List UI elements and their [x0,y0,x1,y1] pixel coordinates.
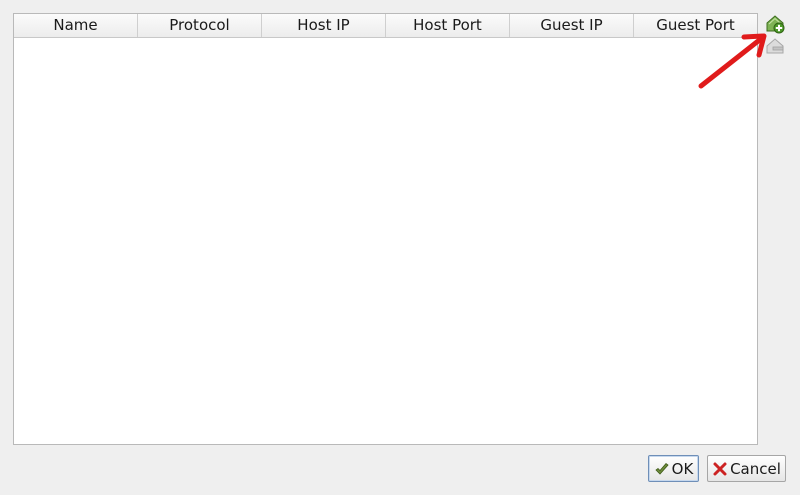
ok-button[interactable]: OK [648,455,699,482]
port-forwarding-table[interactable]: Name Protocol Host IP Host Port Guest IP… [13,13,758,445]
cancel-button[interactable]: Cancel [707,455,786,482]
remove-rule-icon [766,38,784,54]
column-header-guest-port[interactable]: Guest Port [634,14,757,37]
table-header: Name Protocol Host IP Host Port Guest IP… [14,14,757,38]
remove-rule-button[interactable] [764,35,786,57]
column-header-guest-ip[interactable]: Guest IP [510,14,634,37]
add-rule-button[interactable] [764,13,786,35]
cancel-label: Cancel [730,459,781,478]
column-header-host-port[interactable]: Host Port [386,14,510,37]
ok-label: OK [671,459,694,478]
cancel-x-icon [713,462,727,475]
column-header-host-ip[interactable]: Host IP [262,14,386,37]
column-header-name[interactable]: Name [14,14,138,37]
column-header-protocol[interactable]: Protocol [138,14,262,37]
rule-toolbar [764,13,786,57]
add-rule-icon [766,15,785,34]
ok-check-icon [655,462,669,475]
